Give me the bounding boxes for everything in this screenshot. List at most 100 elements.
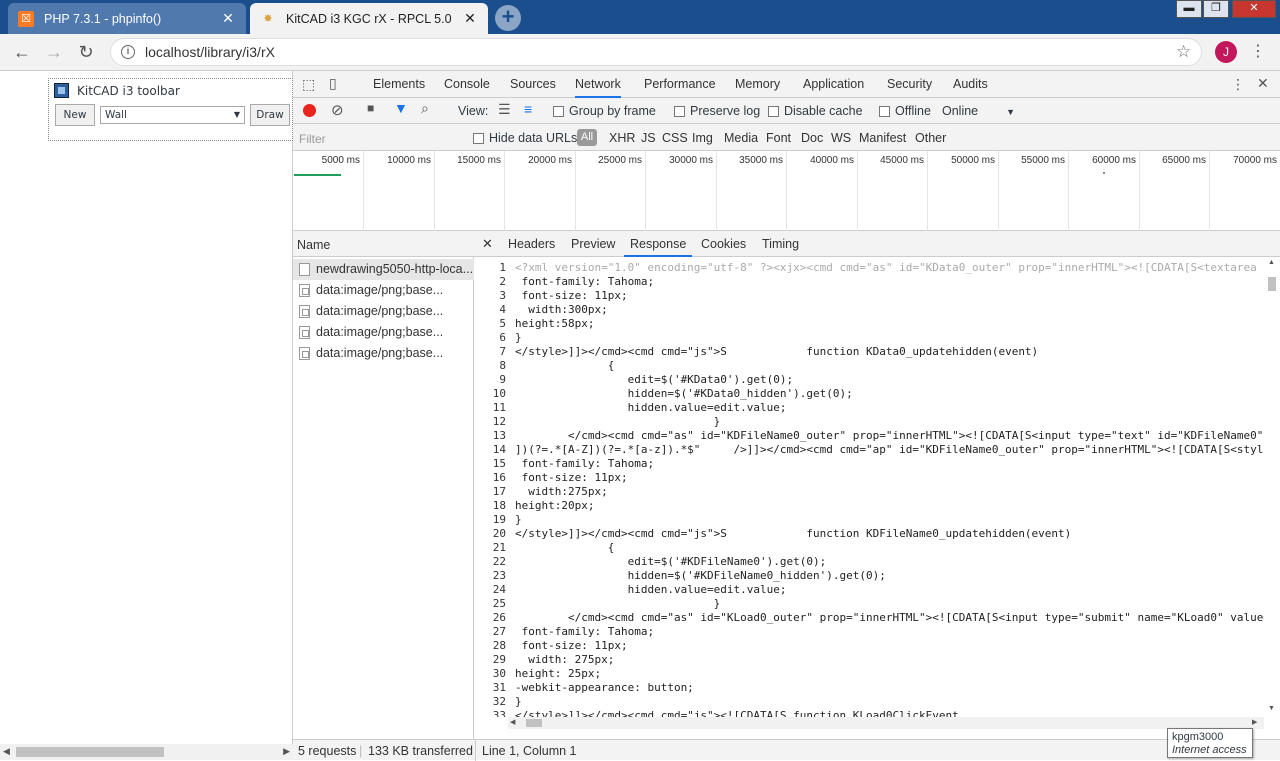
- request-row[interactable]: data:image/png;base...: [293, 343, 474, 364]
- info-icon[interactable]: i: [121, 45, 135, 59]
- throttling-select[interactable]: Online ▼: [942, 104, 1015, 118]
- network-overview-timeline[interactable]: 5000 ms 10000 ms 15000 ms 20000 ms 25000 ms 3…: [293, 151, 1280, 231]
- scroll-left-icon[interactable]: ◀: [3, 746, 10, 757]
- scroll-down-icon[interactable]: ▼: [1268, 705, 1275, 712]
- close-tab-icon[interactable]: ✕: [220, 10, 236, 27]
- status-divider: [475, 740, 476, 761]
- filter-type-css[interactable]: CSS: [662, 131, 688, 145]
- filter-funnel-icon[interactable]: ▼: [394, 100, 408, 116]
- code-horizontal-scrollbar[interactable]: ◀ ▶: [508, 717, 1264, 729]
- large-rows-icon[interactable]: ☰: [498, 101, 511, 118]
- scrollbar-thumb[interactable]: [1268, 277, 1276, 291]
- draw-button[interactable]: Draw: [250, 104, 290, 126]
- checkbox-box[interactable]: [879, 106, 890, 118]
- checkbox-box[interactable]: [553, 106, 564, 118]
- bookmark-star-icon[interactable]: ☆: [1176, 42, 1191, 62]
- browser-tab-kitcad[interactable]: ✸ KitCAD i3 KGC rX - RPCL 5.0 ✕: [250, 3, 488, 34]
- filter-type-all[interactable]: All: [577, 129, 597, 146]
- hide-data-urls-checkbox[interactable]: Hide data URLs: [473, 131, 577, 145]
- checkbox-box[interactable]: [473, 133, 484, 145]
- profile-avatar[interactable]: J: [1215, 41, 1237, 63]
- new-button[interactable]: New: [55, 104, 95, 126]
- maximize-window-button[interactable]: ❐: [1203, 0, 1229, 18]
- close-tab-icon[interactable]: ✕: [462, 10, 478, 27]
- scroll-left-icon[interactable]: ◀: [510, 718, 515, 726]
- tab-cookies[interactable]: Cookies: [701, 231, 746, 257]
- scrollbar-thumb[interactable]: [16, 747, 164, 757]
- element-type-select[interactable]: Wall ▼: [100, 106, 245, 124]
- code-line: 2 font-family: Tahoma;: [474, 275, 1280, 289]
- tab-security[interactable]: Security: [887, 71, 932, 98]
- close-window-button[interactable]: ✕: [1232, 0, 1276, 18]
- filter-input[interactable]: Filter: [299, 132, 326, 146]
- tab-timing[interactable]: Timing: [762, 231, 799, 257]
- code-line: 32}: [474, 695, 1280, 709]
- tab-sources[interactable]: Sources: [510, 71, 556, 98]
- address-bar[interactable]: i localhost/library/i3/rX: [110, 38, 1202, 66]
- group-by-frame-checkbox[interactable]: Group by frame: [553, 104, 656, 118]
- filter-type-manifest[interactable]: Manifest: [859, 131, 906, 145]
- scroll-right-icon[interactable]: ▶: [1252, 718, 1257, 726]
- line-number: 2: [499, 275, 506, 288]
- minimize-window-button[interactable]: ▬: [1176, 0, 1202, 18]
- timeline-tick-label: 10000 ms: [387, 155, 431, 166]
- offline-checkbox[interactable]: Offline: [879, 104, 931, 118]
- request-row[interactable]: data:image/png;base...: [293, 301, 474, 322]
- devtools-tab-bar: ⬚ ▯ Elements Console Sources Network Per…: [293, 71, 1280, 98]
- filter-type-ws[interactable]: WS: [831, 131, 851, 145]
- filter-type-doc[interactable]: Doc: [801, 131, 823, 145]
- filter-type-media[interactable]: Media: [724, 131, 758, 145]
- name-column-header[interactable]: Name: [293, 231, 474, 257]
- page-horizontal-scrollbar[interactable]: ◀ ▶: [0, 744, 293, 760]
- url-text[interactable]: localhost/library/i3/rX: [145, 44, 275, 60]
- tab-audits[interactable]: Audits: [953, 71, 988, 98]
- inspect-element-icon[interactable]: ⬚: [302, 76, 315, 93]
- timeline-tick-line: [786, 151, 787, 231]
- close-devtools-icon[interactable]: ✕: [1257, 75, 1269, 92]
- tab-elements[interactable]: Elements: [373, 71, 425, 98]
- tab-application[interactable]: Application: [803, 71, 864, 98]
- filter-type-xhr[interactable]: XHR: [609, 131, 635, 145]
- filter-type-other[interactable]: Other: [915, 131, 946, 145]
- checkbox-box[interactable]: [674, 106, 685, 118]
- scroll-up-icon[interactable]: ▲: [1268, 259, 1275, 266]
- tab-headers[interactable]: Headers: [508, 231, 555, 257]
- request-row[interactable]: data:image/png;base...: [293, 280, 474, 301]
- record-icon[interactable]: [303, 104, 316, 117]
- code-vertical-scrollbar[interactable]: ▲ ▼: [1264, 257, 1280, 717]
- clear-icon[interactable]: ⊘: [331, 101, 344, 119]
- devtools-menu-icon[interactable]: ⋮: [1231, 76, 1245, 93]
- scrollbar-thumb[interactable]: [526, 719, 542, 727]
- search-icon[interactable]: ⌕: [421, 100, 429, 117]
- request-row[interactable]: data:image/png;base...: [293, 322, 474, 343]
- browser-menu-icon[interactable]: ⋮: [1250, 41, 1266, 61]
- filter-type-font[interactable]: Font: [766, 131, 791, 145]
- close-detail-icon[interactable]: ✕: [482, 231, 493, 257]
- tab-console[interactable]: Console: [444, 71, 490, 98]
- timeline-tick-label: 5000 ms: [321, 155, 360, 166]
- checkbox-box[interactable]: [768, 106, 779, 118]
- device-toolbar-icon[interactable]: ▯: [329, 75, 337, 92]
- kitcad-toolbar-title: KitCAD i3 toolbar: [54, 83, 180, 98]
- filter-type-img[interactable]: Img: [692, 131, 713, 145]
- forward-arrow-icon[interactable]: →: [44, 42, 64, 62]
- browser-tab-phpinfo[interactable]: ☒ PHP 7.3.1 - phpinfo() ✕: [8, 3, 246, 34]
- back-arrow-icon[interactable]: ←: [12, 42, 32, 62]
- tab-performance[interactable]: Performance: [644, 71, 716, 98]
- scroll-right-icon[interactable]: ▶: [283, 746, 290, 757]
- code-text: </cmd><cmd cmd="as" id="KLoad0_outer" pr…: [515, 611, 1270, 624]
- tab-network[interactable]: Network: [575, 71, 621, 98]
- filter-type-js[interactable]: JS: [641, 131, 656, 145]
- tab-response[interactable]: Response: [624, 231, 693, 257]
- reload-icon[interactable]: ↻: [76, 42, 96, 62]
- response-code-view[interactable]: 1 <?xml version="1.0" encoding="utf-8" ?>…: [474, 257, 1280, 717]
- waterfall-icon[interactable]: ≡: [524, 101, 532, 117]
- preserve-log-checkbox[interactable]: Preserve log: [674, 104, 760, 118]
- capture-screenshots-icon[interactable]: ■: [367, 101, 374, 115]
- tab-preview[interactable]: Preview: [571, 231, 615, 257]
- tab-memory[interactable]: Memory: [735, 71, 780, 98]
- disable-cache-checkbox[interactable]: Disable cache: [768, 104, 863, 118]
- request-row[interactable]: newdrawing5050-http-loca...: [293, 259, 474, 280]
- image-file-icon: [299, 284, 310, 297]
- new-tab-button[interactable]: +: [495, 5, 521, 31]
